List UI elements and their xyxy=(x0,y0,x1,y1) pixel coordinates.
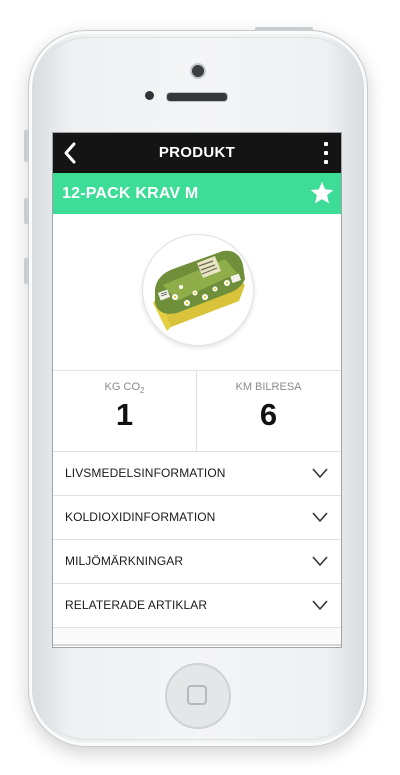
section-label: LIVSMEDELSINFORMATION xyxy=(65,466,226,480)
front-camera xyxy=(190,63,206,79)
chevron-down-icon xyxy=(312,468,328,478)
section-related-items[interactable]: RELATERADE ARTIKLAR xyxy=(53,584,341,628)
section-label: RELATERADE ARTIKLAR xyxy=(65,598,208,612)
co2-value: 1 xyxy=(115,397,134,432)
climate-stats: KG CO2 1 KM BILRESA 6 xyxy=(53,371,341,452)
chevron-down-icon xyxy=(312,556,328,566)
egg-carton-image xyxy=(153,250,245,331)
home-button[interactable] xyxy=(165,663,231,729)
car-distance-stat: KM BILRESA 6 xyxy=(197,371,340,451)
earpiece-speaker xyxy=(166,92,228,102)
mute-switch xyxy=(24,130,28,162)
chevron-down-icon xyxy=(312,600,328,610)
more-menu-button[interactable] xyxy=(317,139,335,167)
car-distance-label: KM BILRESA xyxy=(235,381,302,393)
volume-down-button xyxy=(24,258,28,284)
product-name: 12-PACK KRAV M xyxy=(62,185,199,202)
app-screen: PRODUKT 12-PACK KRAV M KG CO2 1 KM BILRE… xyxy=(52,132,342,648)
co2-label: KG CO2 xyxy=(104,381,145,396)
chevron-down-icon xyxy=(312,512,328,522)
favorite-button[interactable] xyxy=(309,180,335,206)
volume-up-button xyxy=(24,198,28,224)
car-distance-value: 6 xyxy=(259,397,278,432)
section-label: MILJÖMÄRKNINGAR xyxy=(65,554,184,568)
section-label: KOLDIOXIDINFORMATION xyxy=(65,510,216,524)
section-co2-info[interactable]: KOLDIOXIDINFORMATION xyxy=(53,496,341,540)
proximity-sensor xyxy=(145,91,154,100)
list-footer-divider xyxy=(53,628,341,646)
section-eco-labels[interactable]: MILJÖMÄRKNINGAR xyxy=(53,540,341,584)
navigation-bar: PRODUKT xyxy=(53,133,341,173)
product-image xyxy=(142,234,254,346)
co2-stat: KG CO2 1 xyxy=(53,371,197,451)
section-food-info[interactable]: LIVSMEDELSINFORMATION xyxy=(53,452,341,496)
info-section-list: LIVSMEDELSINFORMATION KOLDIOXIDINFORMATI… xyxy=(53,452,341,646)
power-button xyxy=(255,27,313,31)
more-vertical-icon xyxy=(324,142,328,146)
product-image-area xyxy=(53,214,341,371)
product-title-bar: 12-PACK KRAV M xyxy=(53,173,341,214)
star-icon xyxy=(310,181,334,204)
page-title: PRODUKT xyxy=(158,144,236,161)
